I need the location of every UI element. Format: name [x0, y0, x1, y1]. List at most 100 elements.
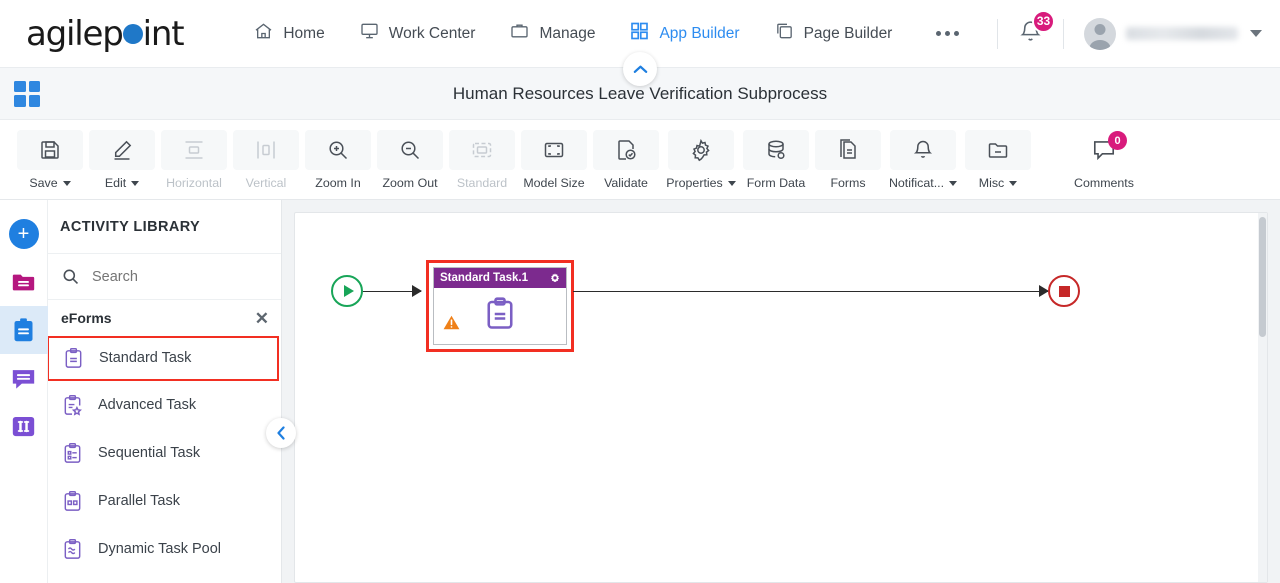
nav-item-manage-label: Manage — [539, 24, 596, 42]
app-title-bar: Human Resources Leave Verification Subpr… — [0, 52, 1280, 120]
stop-icon — [1058, 285, 1070, 297]
standard-task-icon — [65, 348, 82, 368]
task-node-title: Standard Task.1 — [440, 272, 528, 284]
dynamic-task-pool-icon — [64, 538, 81, 559]
bell-icon — [890, 130, 956, 170]
toolbar-standard-button[interactable]: Standard — [446, 128, 518, 190]
toolbar-save-label: Save — [29, 176, 58, 190]
agilepoint-logo[interactable]: agilep int — [26, 13, 185, 54]
standard-icon — [449, 130, 515, 170]
folder-icon — [12, 274, 35, 290]
start-event[interactable] — [331, 275, 363, 307]
logo-text-2: int — [142, 13, 185, 54]
toolbar-validate-button[interactable]: Validate — [590, 128, 662, 190]
standard-task-node[interactable]: Standard Task.1 — [433, 267, 567, 345]
toolbar-comments-button[interactable]: 0 Comments — [1068, 128, 1140, 190]
toolbar-edit-button[interactable]: Edit — [86, 128, 158, 190]
briefcase-icon — [509, 21, 530, 46]
nav-item-home[interactable]: Home — [253, 21, 325, 46]
rail-activities-button[interactable] — [0, 306, 48, 354]
toolbar-notifications-button[interactable]: Notificat... — [884, 128, 962, 190]
rail-add-button[interactable]: + — [0, 210, 48, 258]
toolbar-horizontal-button[interactable]: Horizontal — [158, 128, 230, 190]
toolbar-edit-label: Edit — [104, 176, 127, 190]
toolbar-horizontal-label: Horizontal — [166, 176, 222, 190]
notifications-button[interactable]: 33 — [1018, 9, 1055, 49]
toolbar-zoom-in-button[interactable]: Zoom In — [302, 128, 374, 190]
chevron-up-icon — [633, 65, 647, 73]
rail-columns-button[interactable] — [0, 402, 48, 450]
clipboard-icon — [14, 317, 33, 341]
columns-icon — [12, 416, 35, 436]
ellipsis-icon[interactable] — [936, 31, 960, 36]
library-group-label: eForms — [61, 310, 112, 326]
nav-item-work-center-label: Work Center — [388, 24, 476, 42]
monitor-icon — [359, 21, 380, 46]
comment-icon: 0 — [1071, 130, 1137, 170]
nav-item-app-builder[interactable]: App Builder — [629, 21, 740, 46]
close-icon[interactable]: ✕ — [255, 310, 269, 327]
gear-icon[interactable] — [549, 272, 561, 284]
collapse-panel-button[interactable] — [266, 418, 296, 448]
toolbar-model-size-label: Model Size — [523, 176, 585, 190]
workspace: + ACTIVITY LIBRARY Search eForms ✕ Stand… — [0, 200, 1280, 583]
activity-item-dynamic-task-pool-label: Dynamic Task Pool — [98, 540, 222, 557]
process-canvas[interactable]: Standard Task.1 — [294, 212, 1268, 583]
activity-item-advanced-task[interactable]: Advanced Task — [48, 381, 281, 429]
model-size-icon — [521, 130, 587, 170]
toolbar-save-button[interactable]: Save — [14, 128, 86, 190]
chevron-down-icon — [727, 181, 736, 186]
toolbar-forms-button[interactable]: Forms — [812, 128, 884, 190]
collapse-header-button[interactable] — [623, 52, 657, 86]
search-icon — [63, 269, 79, 285]
nav-item-work-center[interactable]: Work Center — [359, 21, 476, 46]
toolbar-form-data-label: Form Data — [746, 176, 806, 190]
parallel-task-icon — [64, 490, 81, 511]
toolbar-comments-label: Comments — [1074, 176, 1134, 190]
end-event[interactable] — [1048, 275, 1080, 307]
chevron-down-icon — [131, 181, 140, 186]
chevron-left-icon — [277, 426, 285, 440]
rail-folder-button[interactable] — [0, 258, 48, 306]
toolbar-model-size-button[interactable]: Model Size — [518, 128, 590, 190]
toolbar-form-data-button[interactable]: Form Data — [740, 128, 812, 190]
toolbar-zoom-in-label: Zoom In — [315, 176, 361, 190]
folder-icon — [965, 130, 1031, 170]
chevron-down-icon — [949, 181, 958, 186]
sequence-flow-start-to-task[interactable] — [363, 290, 421, 293]
toolbar-vertical-button[interactable]: Vertical — [230, 128, 302, 190]
rail-comments-button[interactable] — [0, 354, 48, 402]
activity-item-standard-task[interactable]: Standard Task — [48, 336, 279, 381]
task-node-body — [434, 288, 566, 344]
activity-list: Standard Task Advanced Task Sequential T… — [48, 336, 281, 583]
nav-item-manage[interactable]: Manage — [509, 21, 595, 46]
canvas-vertical-scrollbar[interactable] — [1258, 213, 1267, 582]
toolbar-properties-button[interactable]: Properties — [662, 128, 740, 190]
sequence-flow-task-to-end[interactable] — [573, 290, 1048, 293]
plus-circle-icon: + — [8, 219, 39, 249]
toolbar-forms-label: Forms — [830, 176, 866, 190]
search-input[interactable] — [92, 268, 252, 285]
designer-toolbar: Save Edit Horizontal Vertical Zoom In Zo… — [0, 120, 1280, 200]
activity-item-dynamic-task-pool[interactable]: Dynamic Task Pool — [48, 525, 281, 573]
activity-item-sequential-task[interactable]: Sequential Task — [48, 429, 281, 477]
toolbar-misc-button[interactable]: Misc — [962, 128, 1034, 190]
logo-dot-icon — [122, 24, 143, 44]
chevron-down-icon[interactable] — [1250, 30, 1262, 37]
activity-item-parallel-task[interactable]: Parallel Task — [48, 477, 281, 525]
nav-divider-2 — [1063, 18, 1064, 49]
clipboard-icon — [482, 296, 518, 337]
warning-icon — [442, 313, 461, 337]
nav-divider-1 — [997, 18, 998, 49]
canvas-area: Standard Task.1 — [282, 200, 1280, 583]
activity-library-heading: ACTIVITY LIBRARY — [48, 200, 281, 254]
nav-item-page-builder-label: Page Builder — [803, 24, 893, 42]
avatar[interactable] — [1084, 17, 1116, 50]
library-search-row[interactable] — [48, 254, 281, 300]
task-node-header: Standard Task.1 — [434, 268, 566, 288]
horizontal-icon — [161, 130, 227, 170]
nav-item-page-builder[interactable]: Page Builder — [774, 21, 893, 46]
toolbar-zoom-out-button[interactable]: Zoom Out — [374, 128, 446, 190]
toolbar-vertical-label: Vertical — [245, 176, 287, 190]
toolbar-zoom-out-label: Zoom Out — [382, 176, 438, 190]
